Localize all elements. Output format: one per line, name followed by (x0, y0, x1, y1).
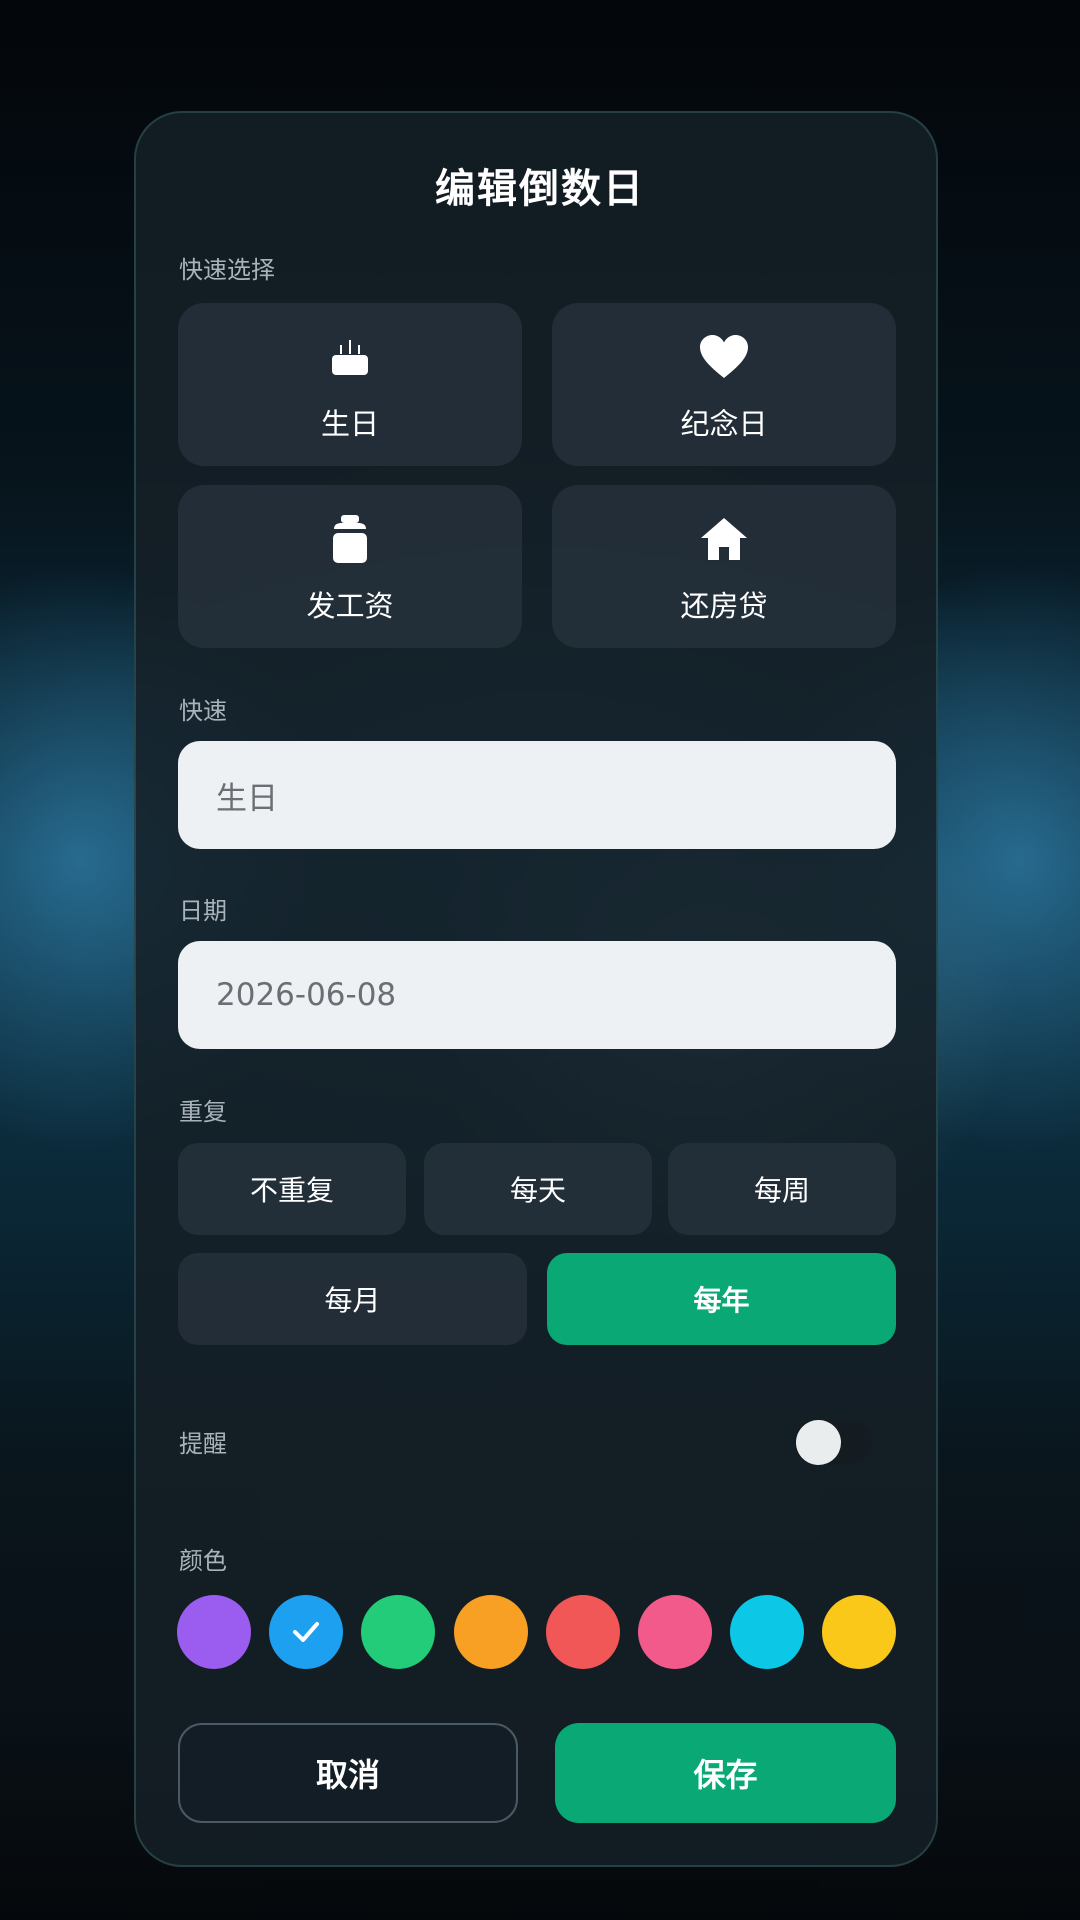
save-button[interactable]: 保存 (555, 1723, 896, 1823)
reminder-label: 提醒 (179, 1430, 227, 1458)
color-swatch[interactable] (730, 1595, 804, 1669)
date-field-label: 日期 (179, 897, 227, 925)
quick-select-birthday[interactable]: 生日 (178, 303, 522, 466)
quick-select-mortgage[interactable]: 还房贷 (552, 485, 896, 648)
repeat-option-daily[interactable]: 每天 (424, 1143, 652, 1235)
cancel-button[interactable]: 取消 (178, 1723, 518, 1823)
date-input[interactable]: 2026-06-08 (178, 941, 896, 1049)
repeat-label: 重复 (179, 1098, 227, 1126)
dialog-title: 编辑倒数日 (435, 166, 645, 212)
quick-select-payday-label: 发工资 (306, 589, 394, 623)
name-input[interactable]: 生日 (178, 741, 896, 849)
color-label: 颜色 (179, 1547, 227, 1575)
repeat-option-weekly[interactable]: 每周 (668, 1143, 896, 1235)
color-swatch[interactable] (822, 1595, 896, 1669)
cake-icon (178, 333, 522, 381)
color-swatch[interactable] (269, 1595, 343, 1669)
heart-icon (552, 333, 896, 381)
repeat-option-monthly[interactable]: 每月 (178, 1253, 527, 1345)
check-icon (293, 1622, 319, 1642)
reminder-toggle-knob (796, 1420, 841, 1465)
repeat-option-none[interactable]: 不重复 (178, 1143, 406, 1235)
repeat-option-yearly[interactable]: 每年 (547, 1253, 896, 1345)
color-swatch[interactable] (454, 1595, 528, 1669)
name-field-label: 快速 (179, 697, 227, 725)
quick-select-birthday-label: 生日 (320, 407, 379, 441)
house-icon (552, 515, 896, 563)
color-swatch[interactable] (638, 1595, 712, 1669)
quick-select-label: 快速选择 (179, 256, 275, 284)
quick-select-mortgage-label: 还房贷 (680, 589, 768, 623)
quick-select-anniversary[interactable]: 纪念日 (552, 303, 896, 466)
color-swatch[interactable] (361, 1595, 435, 1669)
reminder-toggle[interactable] (794, 1420, 872, 1465)
quick-select-payday[interactable]: 发工资 (178, 485, 522, 648)
color-swatch[interactable] (177, 1595, 251, 1669)
quick-select-anniversary-label: 纪念日 (680, 407, 768, 441)
money-bag-icon (178, 515, 522, 563)
color-swatch[interactable] (546, 1595, 620, 1669)
